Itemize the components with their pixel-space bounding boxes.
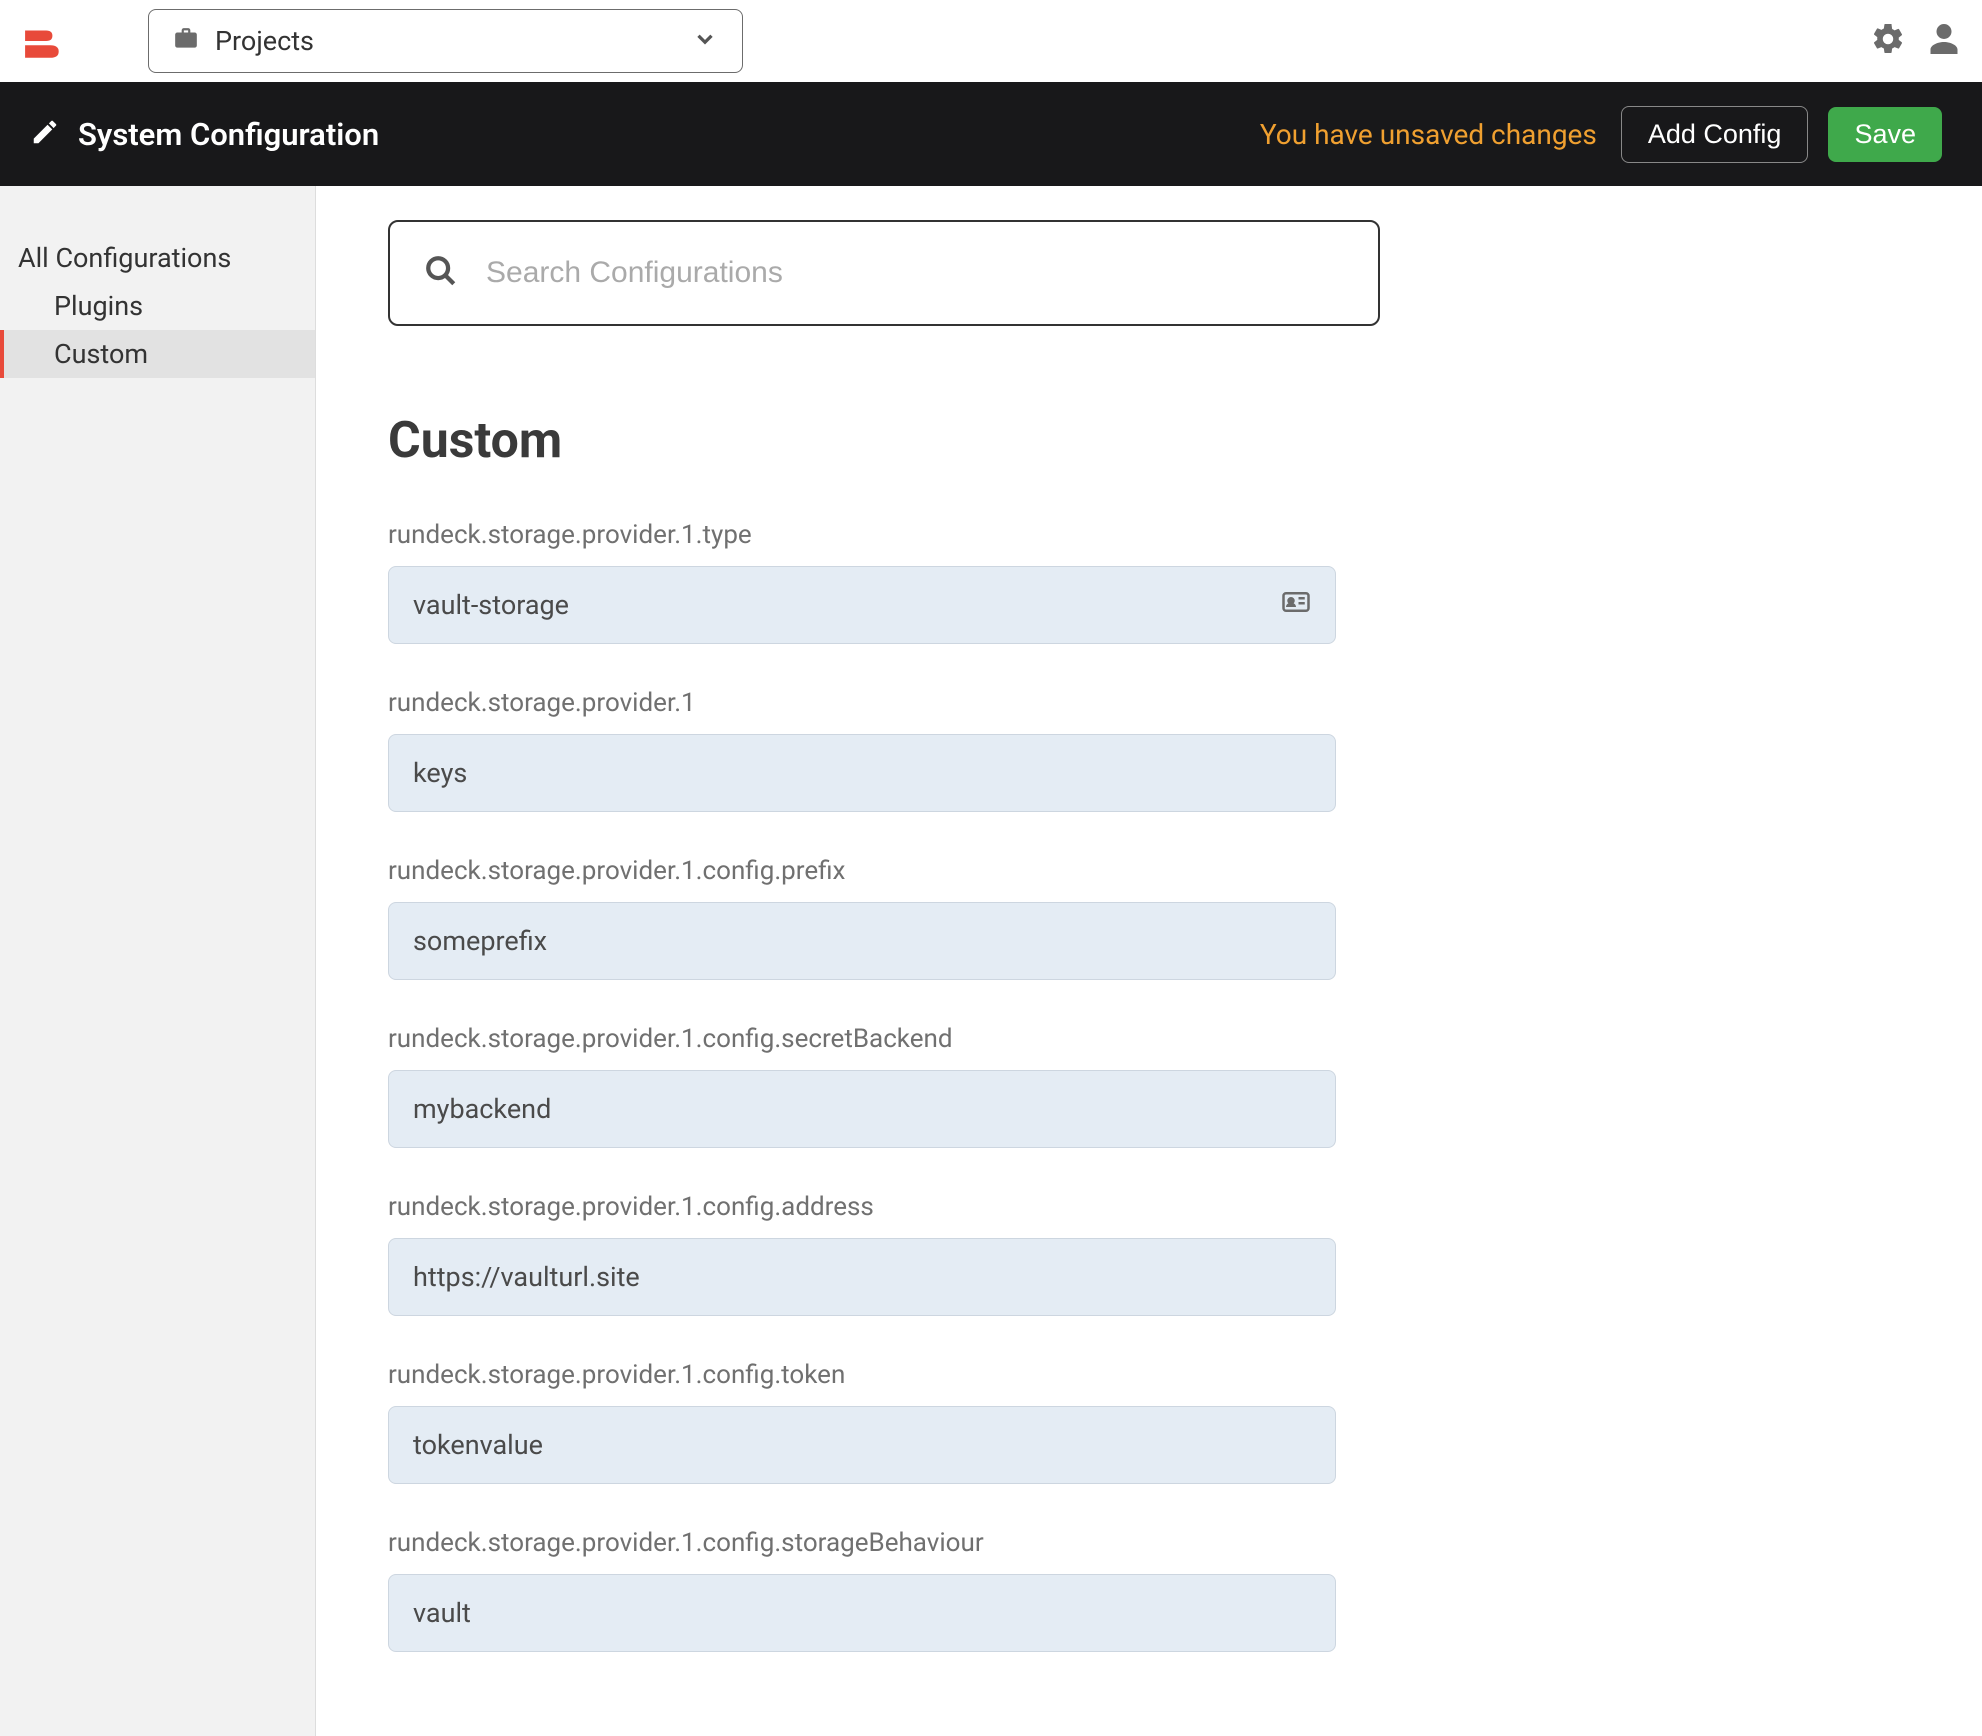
config-label: rundeck.storage.provider.1.config.token — [388, 1360, 1942, 1390]
sidebar-item-all-configurations[interactable]: All Configurations — [0, 234, 315, 282]
config-group: rundeck.storage.provider.1.config.addres… — [388, 1192, 1942, 1316]
user-icon[interactable] — [1926, 21, 1962, 61]
config-field[interactable]: vault-storage — [388, 566, 1336, 644]
settings-icon[interactable] — [1870, 21, 1906, 61]
unsaved-changes-message: You have unsaved changes — [1260, 118, 1597, 151]
config-group: rundeck.storage.provider.1.config.storag… — [388, 1528, 1942, 1652]
page-header: System Configuration You have unsaved ch… — [0, 82, 1982, 186]
config-field[interactable]: someprefix — [388, 902, 1336, 980]
config-label: rundeck.storage.provider.1.type — [388, 520, 1942, 550]
config-field[interactable]: https://vaulturl.site — [388, 1238, 1336, 1316]
sidebar: All Configurations Plugins Custom — [0, 186, 316, 1736]
config-group: rundeck.storage.provider.1 keys — [388, 688, 1942, 812]
search-box — [388, 220, 1380, 326]
config-label: rundeck.storage.provider.1.config.addres… — [388, 1192, 1942, 1222]
config-field[interactable]: tokenvalue — [388, 1406, 1336, 1484]
config-group: rundeck.storage.provider.1.config.token t… — [388, 1360, 1942, 1484]
id-card-icon — [1281, 587, 1311, 624]
briefcase-icon — [173, 26, 199, 56]
sidebar-item-plugins[interactable]: Plugins — [0, 282, 315, 330]
top-navbar: Projects — [0, 0, 1982, 82]
section-title: Custom — [388, 412, 1942, 470]
main-content: Custom rundeck.storage.provider.1.type va… — [316, 186, 1982, 1736]
config-value: keys — [413, 757, 467, 789]
edit-icon — [30, 117, 60, 151]
config-label: rundeck.storage.provider.1.config.storag… — [388, 1528, 1942, 1558]
add-config-button[interactable]: Add Config — [1621, 106, 1809, 163]
save-button[interactable]: Save — [1828, 107, 1942, 162]
projects-dropdown-label: Projects — [215, 25, 314, 57]
app-logo[interactable] — [20, 17, 68, 65]
config-field[interactable]: vault — [388, 1574, 1336, 1652]
search-input[interactable] — [486, 256, 1344, 290]
config-label: rundeck.storage.provider.1.config.secret… — [388, 1024, 1942, 1054]
config-group: rundeck.storage.provider.1.type vault-sto… — [388, 520, 1942, 644]
config-value: vault-storage — [413, 589, 569, 621]
config-label: rundeck.storage.provider.1 — [388, 688, 1942, 718]
search-icon — [424, 254, 458, 292]
chevron-down-icon — [692, 26, 718, 56]
config-field[interactable]: keys — [388, 734, 1336, 812]
projects-dropdown[interactable]: Projects — [148, 9, 743, 73]
config-value: https://vaulturl.site — [413, 1261, 640, 1293]
page-title: System Configuration — [78, 116, 379, 153]
config-field[interactable]: mybackend — [388, 1070, 1336, 1148]
config-group: rundeck.storage.provider.1.config.secret… — [388, 1024, 1942, 1148]
sidebar-item-custom[interactable]: Custom — [0, 330, 315, 378]
config-label: rundeck.storage.provider.1.config.prefix — [388, 856, 1942, 886]
config-value: mybackend — [413, 1093, 551, 1125]
config-value: vault — [413, 1597, 471, 1629]
config-group: rundeck.storage.provider.1.config.prefix… — [388, 856, 1942, 980]
config-value: someprefix — [413, 925, 547, 957]
config-value: tokenvalue — [413, 1429, 543, 1461]
